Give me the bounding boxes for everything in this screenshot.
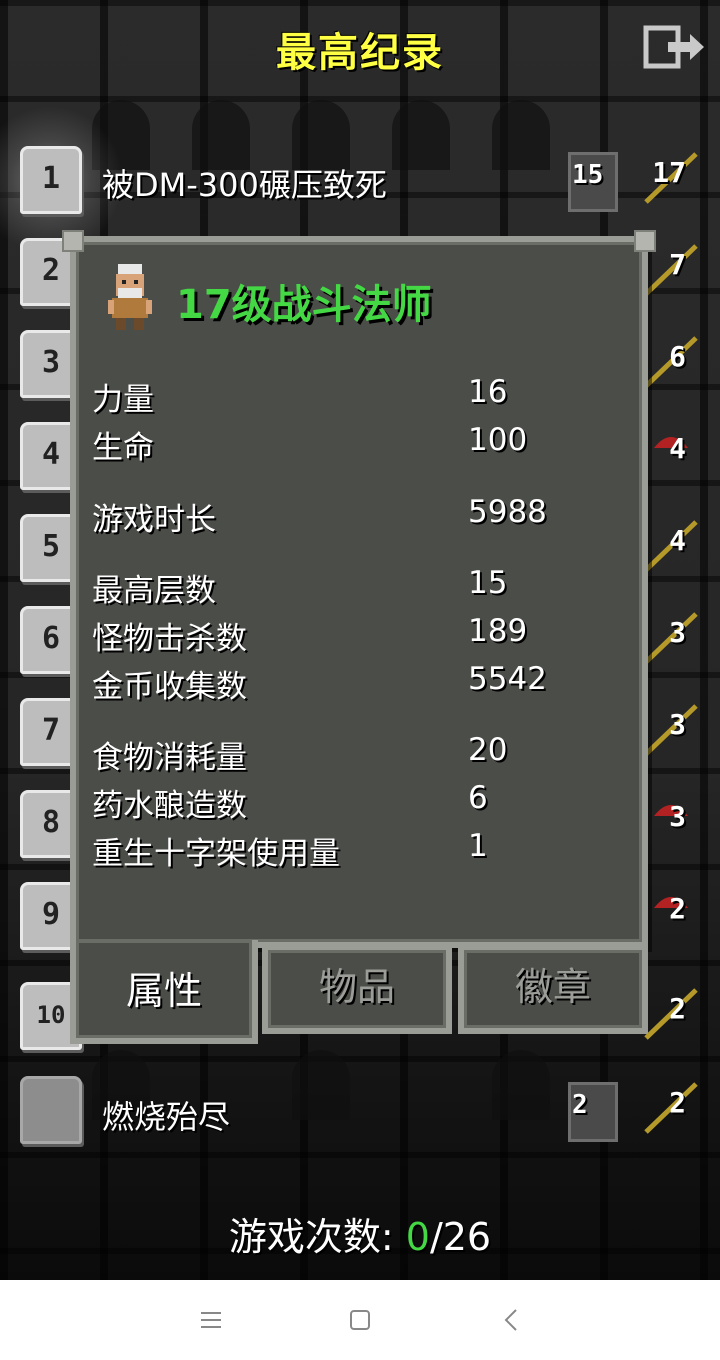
record-description-11[interactable]: 燃烧殆尽 [102, 1092, 230, 1138]
stat-value-max-depth: 15 [468, 565, 508, 601]
stat-value-kills: 189 [468, 613, 528, 649]
stat-label-max-depth: 最高层数 [92, 573, 216, 609]
dialog-corner [634, 230, 656, 252]
stat-label-health: 生命 [92, 430, 154, 466]
page-title: 最高纪录 [276, 30, 444, 76]
system-navigation-bar [0, 1280, 720, 1360]
tab-badges[interactable]: 徽章 [458, 944, 648, 1034]
stat-label-playtime: 游戏时长 [92, 502, 216, 538]
stat-label-kills: 怪物击杀数 [92, 621, 247, 657]
background-arch [492, 1050, 550, 1120]
stat-value-potions: 6 [468, 780, 488, 816]
exit-icon[interactable] [642, 24, 708, 70]
stat-value-gold: 5542 [468, 661, 547, 697]
stat-label-food: 食物消耗量 [92, 740, 247, 776]
background-arch [492, 100, 550, 170]
games-played-label: 游戏次数: [228, 1215, 406, 1259]
depth-indicator-11: 2 [562, 1076, 618, 1142]
background-arch [392, 100, 450, 170]
stat-value-strength: 16 [468, 374, 508, 410]
home-square-icon[interactable] [340, 1300, 380, 1340]
hero-level-11: 2 [636, 1076, 700, 1138]
games-played-total: /26 [429, 1215, 492, 1259]
record-description-1[interactable]: 被DM-300碾压致死 [102, 160, 387, 206]
battlemage-icon [108, 264, 152, 330]
stat-value-ankhs: 1 [468, 828, 488, 864]
depth-indicator-1: 15 [562, 146, 618, 212]
hero-level-1: 17 [636, 146, 700, 208]
background-arch [292, 1050, 350, 1120]
game-screen: 最高纪录 1 被DM-300碾压致死 15 17 2 7 3 6 4 4 5 4… [0, 0, 720, 1280]
stat-value-health: 100 [468, 422, 528, 458]
menu-icon[interactable] [190, 1300, 230, 1340]
stat-label-strength: 力量 [92, 382, 154, 418]
stat-label-potions: 药水酿造数 [92, 788, 247, 824]
games-played-counter: 游戏次数: 0/26 [0, 1206, 720, 1261]
rank-badge-1[interactable]: 1 [20, 146, 82, 214]
stat-label-gold: 金币收集数 [92, 669, 247, 705]
stat-label-ankhs: 重生十字架使用量 [92, 836, 340, 872]
tombstone-badge[interactable] [20, 1076, 82, 1144]
games-played-current: 0 [405, 1215, 430, 1259]
back-chevron-icon[interactable] [492, 1300, 532, 1340]
stat-value-food: 20 [468, 732, 508, 768]
dialog-corner [62, 230, 84, 252]
tab-items[interactable]: 物品 [262, 944, 452, 1034]
stat-value-playtime: 5988 [468, 494, 547, 530]
tab-stats[interactable]: 属性 [70, 940, 258, 1044]
hero-title: 17级战斗法师 [176, 282, 432, 328]
